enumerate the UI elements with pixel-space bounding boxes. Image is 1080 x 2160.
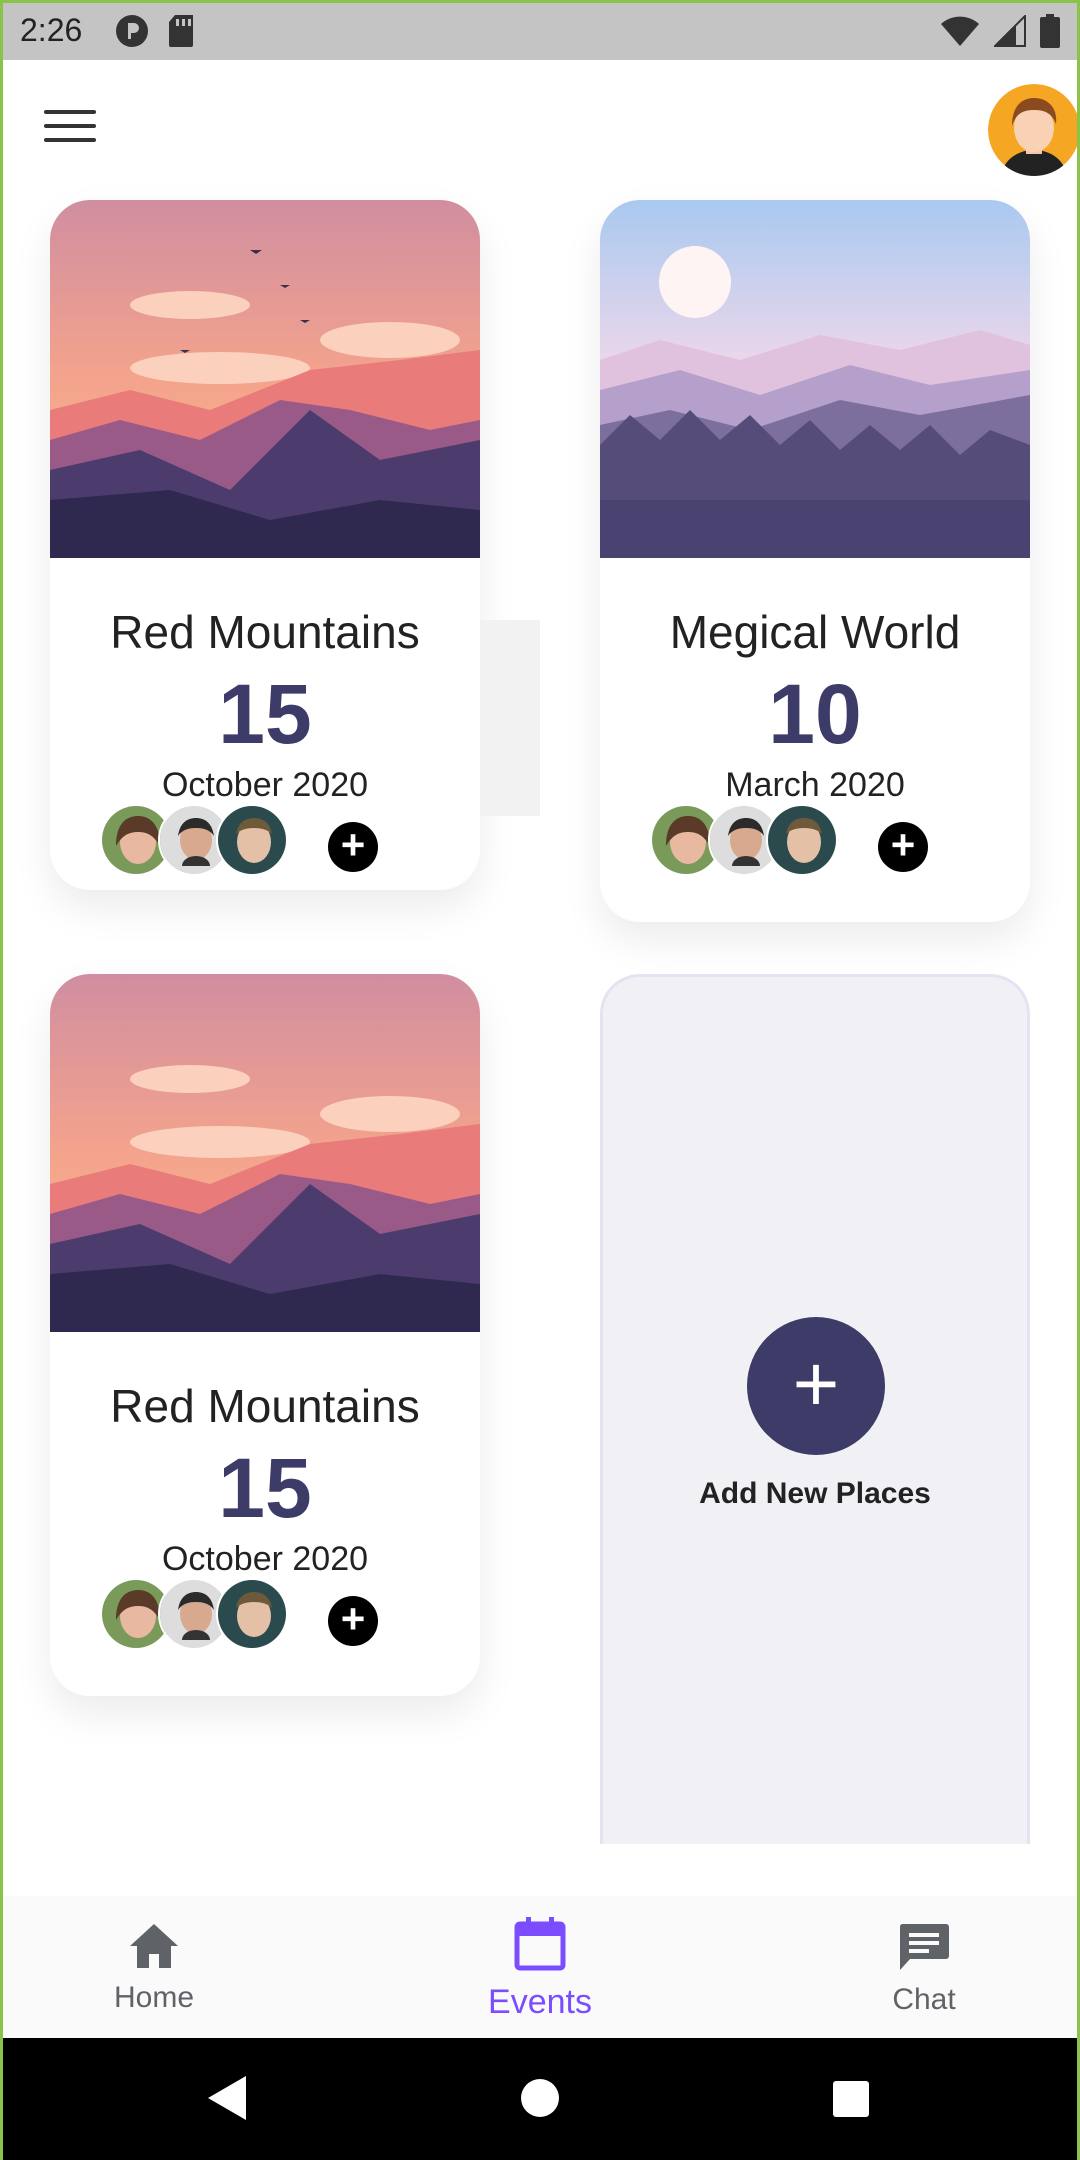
attendee-avatars: + [100, 804, 378, 876]
recents-icon[interactable] [832, 2080, 870, 2118]
attendee-avatars: + [650, 804, 928, 876]
sd-card-icon [169, 15, 193, 47]
attendee-avatar [216, 1578, 288, 1650]
card-title: Red Mountains [110, 606, 420, 658]
system-navigation-bar [0, 2038, 1080, 2160]
attendee-avatars: + [100, 1578, 378, 1650]
battery-icon [1040, 14, 1060, 48]
notification-p-icon [116, 15, 148, 47]
hamburger-icon-line [44, 138, 96, 142]
wifi-icon [941, 16, 979, 46]
event-card[interactable]: Megical World 10 March 2020 + [600, 200, 1030, 922]
card-day: 15 [218, 667, 312, 761]
back-icon[interactable] [206, 2074, 248, 2122]
magical-world-image [600, 200, 1030, 558]
menu-button[interactable] [44, 110, 96, 150]
calendar-icon [514, 1917, 566, 1971]
add-new-place-label: Add New Places [699, 1477, 931, 1510]
chat-icon [899, 1924, 949, 1970]
card-title: Red Mountains [110, 1380, 420, 1432]
red-mountains-image [50, 974, 480, 1332]
add-attendee-button[interactable]: + [878, 822, 928, 872]
user-avatar[interactable] [988, 84, 1080, 176]
red-mountains-image [50, 200, 480, 558]
attendee-avatar [766, 804, 838, 876]
card-month-year: October 2020 [161, 1540, 369, 1578]
event-card[interactable]: Red Mountains 15 October 2020 + [50, 974, 480, 1696]
scroll-indicator [480, 620, 540, 816]
home-icon [130, 1924, 178, 1968]
add-attendee-button[interactable]: + [328, 1596, 378, 1646]
add-attendee-button[interactable]: + [328, 822, 378, 872]
nav-events[interactable]: Events [440, 1916, 640, 2022]
user-avatar-icon [988, 84, 1080, 176]
hamburger-icon-line [44, 124, 96, 128]
status-bar: 2:26 [0, 0, 1080, 60]
card-day: 15 [218, 1441, 312, 1535]
bottom-navigation: Home Events Chat [0, 1896, 1080, 2038]
home-circle-icon[interactable] [520, 2074, 560, 2122]
nav-chat-label: Chat [892, 1983, 956, 2016]
add-new-place-card[interactable]: + Add New Places [600, 974, 1030, 1844]
nav-events-label: Events [488, 1983, 592, 2021]
plus-icon[interactable]: + [747, 1317, 885, 1455]
attendee-avatar [216, 804, 288, 876]
status-time: 2:26 [20, 12, 83, 48]
nav-home[interactable]: Home [54, 1922, 254, 2015]
cell-signal-icon [994, 15, 1026, 47]
nav-chat[interactable]: Chat [824, 1922, 1024, 2017]
nav-home-label: Home [113, 1981, 195, 2014]
event-card[interactable]: Red Mountains 15 October 2020 + [50, 200, 480, 890]
card-month-year: October 2020 [161, 766, 369, 804]
card-month-year: March 2020 [725, 766, 905, 804]
hamburger-icon-line [44, 110, 96, 114]
card-day: 10 [768, 667, 862, 761]
card-title: Megical World [669, 606, 961, 658]
